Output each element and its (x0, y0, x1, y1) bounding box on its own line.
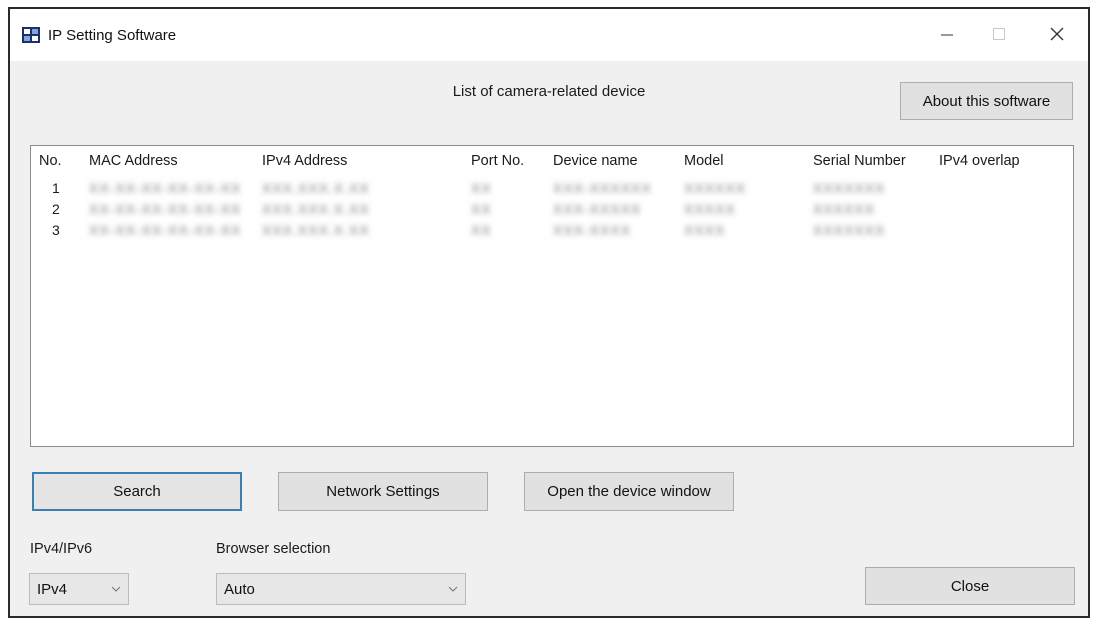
ip-version-value: IPv4 (37, 580, 68, 598)
column-header-mac[interactable]: MAC Address (89, 153, 178, 169)
cell-no: 2 (52, 201, 60, 217)
column-header-serial[interactable]: Serial Number (813, 153, 906, 169)
cell-mac: XX-XX-XX-XX-XX-XX (89, 222, 242, 238)
cell-serial: XXXXXXX (813, 222, 886, 238)
browser-select[interactable]: Auto (216, 573, 466, 605)
network-settings-button[interactable]: Network Settings (278, 472, 488, 511)
cell-port: XX (471, 201, 492, 217)
cell-mac: XX-XX-XX-XX-XX-XX (89, 180, 242, 196)
chevron-down-icon (104, 586, 128, 592)
maximize-button[interactable] (976, 19, 1022, 53)
cell-serial: XXXXXXX (813, 180, 886, 196)
cell-mac: XX-XX-XX-XX-XX-XX (89, 201, 242, 217)
open-device-window-button[interactable]: Open the device window (524, 472, 734, 511)
ip-version-select[interactable]: IPv4 (29, 573, 129, 605)
cell-port: XX (471, 180, 492, 196)
search-button[interactable]: Search (32, 472, 242, 511)
cell-device: XXX-XXXXXX (553, 180, 652, 196)
list-header: No. MAC Address IPv4 Address Port No. De… (31, 146, 1073, 178)
minimize-icon (941, 27, 953, 45)
column-header-port[interactable]: Port No. (471, 153, 524, 169)
close-icon (1050, 27, 1064, 46)
cell-ipv4: XXX.XXX.X.XX (262, 222, 370, 238)
maximize-icon (993, 27, 1005, 45)
about-button[interactable]: About this software (900, 82, 1073, 120)
column-header-device[interactable]: Device name (553, 153, 638, 169)
column-header-overlap[interactable]: IPv4 overlap (939, 153, 1020, 169)
browser-selection-label: Browser selection (216, 541, 331, 557)
cell-device: XXX-XXXXX (553, 201, 642, 217)
chevron-down-icon (441, 586, 465, 592)
browser-value: Auto (224, 580, 255, 598)
main-window: IP Setting Software List of camera-relat… (8, 7, 1090, 618)
close-button[interactable]: Close (865, 567, 1075, 605)
column-header-no[interactable]: No. (39, 153, 62, 169)
cell-ipv4: XXX.XXX.X.XX (262, 201, 370, 217)
close-window-button[interactable] (1034, 19, 1080, 53)
ip-version-label: IPv4/IPv6 (30, 541, 93, 557)
cell-model: XXXXXX (684, 180, 747, 196)
cell-port: XX (471, 222, 492, 238)
window-title: IP Setting Software (48, 27, 177, 44)
cell-serial: XXXXXX (813, 201, 876, 217)
cell-no: 1 (52, 180, 60, 196)
table-row[interactable]: 3 XX-XX-XX-XX-XX-XX XXX.XXX.X.XX XX XXX-… (31, 220, 1073, 241)
cell-model: XXXXX (684, 201, 736, 217)
minimize-button[interactable] (924, 19, 970, 53)
camera-network-icon (22, 27, 40, 43)
title-bar: IP Setting Software (10, 9, 1088, 61)
cell-device: XXX-XXXX (553, 222, 632, 238)
device-list[interactable]: No. MAC Address IPv4 Address Port No. De… (30, 145, 1074, 447)
table-row[interactable]: 1 XX-XX-XX-XX-XX-XX XXX.XXX.X.XX XX XXX-… (31, 178, 1073, 199)
column-header-ipv4[interactable]: IPv4 Address (262, 153, 347, 169)
cell-ipv4: XXX.XXX.X.XX (262, 180, 370, 196)
cell-no: 3 (52, 222, 60, 238)
column-header-model[interactable]: Model (684, 153, 724, 169)
table-row[interactable]: 2 XX-XX-XX-XX-XX-XX XXX.XXX.X.XX XX XXX-… (31, 199, 1073, 220)
cell-model: XXXX (684, 222, 726, 238)
